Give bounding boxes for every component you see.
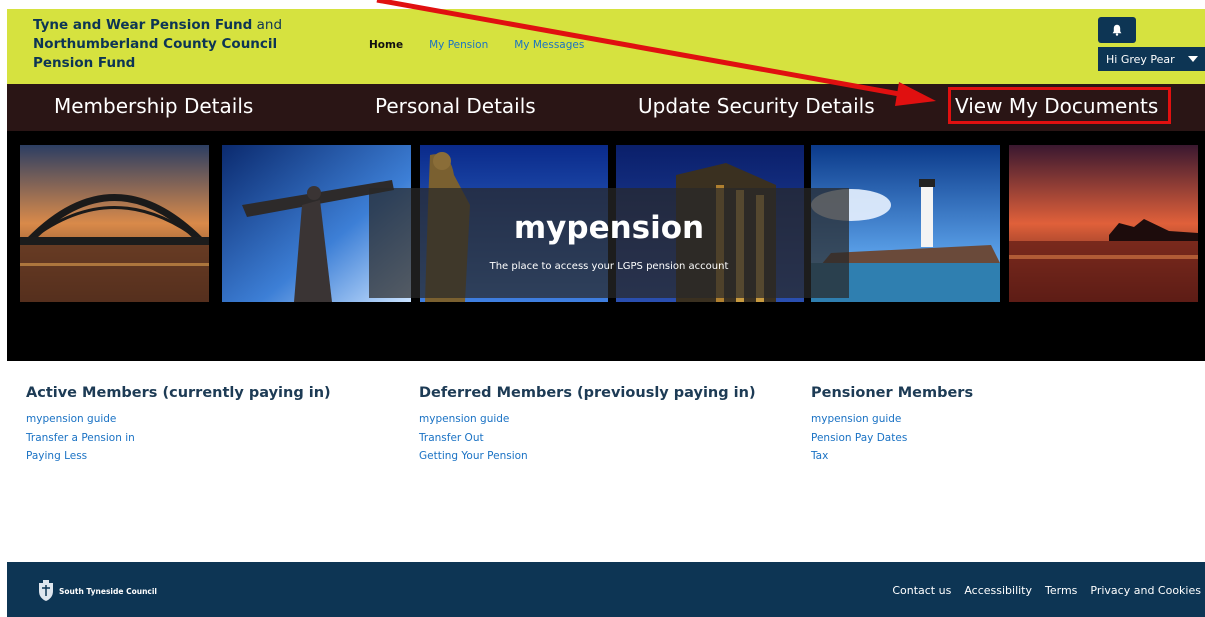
top-nav: Home My Pension My Messages [369, 39, 610, 51]
footer-terms-link[interactable]: Terms [1045, 584, 1077, 597]
site-footer: South Tyneside Council Contact us Access… [7, 562, 1205, 617]
active-members-heading: Active Members (currently paying in) [26, 385, 331, 401]
hero-overlay: mypension The place to access your LGPS … [369, 188, 849, 298]
active-members-section: Active Members (currently paying in) myp… [26, 385, 331, 466]
deferred-members-heading: Deferred Members (previously paying in) [419, 385, 756, 401]
site-header: Tyne and Wear Pension Fund and Northumbe… [7, 9, 1205, 84]
active-transfer-in-link[interactable]: Transfer a Pension in [26, 429, 331, 448]
hero-subtitle: The place to access your LGPS pension ac… [489, 261, 729, 272]
footer-links: Contact us Accessibility Terms Privacy a… [879, 584, 1201, 597]
brand-name-line3: Pension Fund [33, 55, 136, 71]
council-name: South Tyneside Council [59, 586, 157, 596]
user-menu-button[interactable]: Hi Grey Pear [1098, 47, 1205, 71]
highlight-box [948, 87, 1171, 124]
bridge-photo [20, 145, 209, 302]
chevron-down-icon [1188, 56, 1198, 62]
brand-name-line2: Northumberland County Council [33, 36, 278, 52]
pensioner-tax-link[interactable]: Tax [811, 447, 973, 466]
nav-my-pension[interactable]: My Pension [429, 39, 488, 51]
bell-icon [1112, 24, 1122, 36]
council-crest-icon [39, 580, 53, 601]
notifications-button[interactable] [1098, 17, 1136, 43]
council-logo[interactable]: South Tyneside Council [37, 580, 157, 602]
deferred-members-section: Deferred Members (previously paying in) … [419, 385, 756, 466]
pensioner-members-heading: Pensioner Members [811, 385, 974, 401]
nav-update-security-details[interactable]: Update Security Details [638, 94, 875, 118]
footer-contact-link[interactable]: Contact us [892, 584, 951, 597]
active-paying-less-link[interactable]: Paying Less [26, 447, 331, 466]
footer-accessibility-link[interactable]: Accessibility [964, 584, 1032, 597]
user-greeting: Hi Grey Pear [1106, 52, 1175, 66]
pensioner-pay-dates-link[interactable]: Pension Pay Dates [811, 429, 973, 448]
brand-name-line1: Tyne and Wear Pension Fund [33, 17, 253, 33]
deferred-transfer-out-link[interactable]: Transfer Out [419, 429, 756, 448]
hero-banner: mypension The place to access your LGPS … [7, 131, 1205, 361]
nav-my-messages[interactable]: My Messages [514, 39, 584, 51]
pensioner-guide-link[interactable]: mypension guide [811, 410, 973, 429]
deferred-getting-pension-link[interactable]: Getting Your Pension [419, 447, 756, 466]
hero-title: mypension [513, 210, 705, 246]
castle-sunset-photo [1009, 145, 1198, 302]
deferred-guide-link[interactable]: mypension guide [419, 410, 756, 429]
footer-privacy-link[interactable]: Privacy and Cookies [1090, 584, 1201, 597]
active-guide-link[interactable]: mypension guide [26, 410, 331, 429]
nav-membership-details[interactable]: Membership Details [54, 94, 253, 118]
brand-and: and [252, 17, 283, 33]
site-brand[interactable]: Tyne and Wear Pension Fund and Northumbe… [33, 16, 282, 73]
pensioner-members-section: Pensioner Members mypension guide Pensio… [811, 385, 973, 466]
nav-home[interactable]: Home [369, 39, 403, 51]
main-nav: Membership Details Personal Details Upda… [7, 84, 1205, 131]
nav-personal-details[interactable]: Personal Details [375, 94, 536, 118]
